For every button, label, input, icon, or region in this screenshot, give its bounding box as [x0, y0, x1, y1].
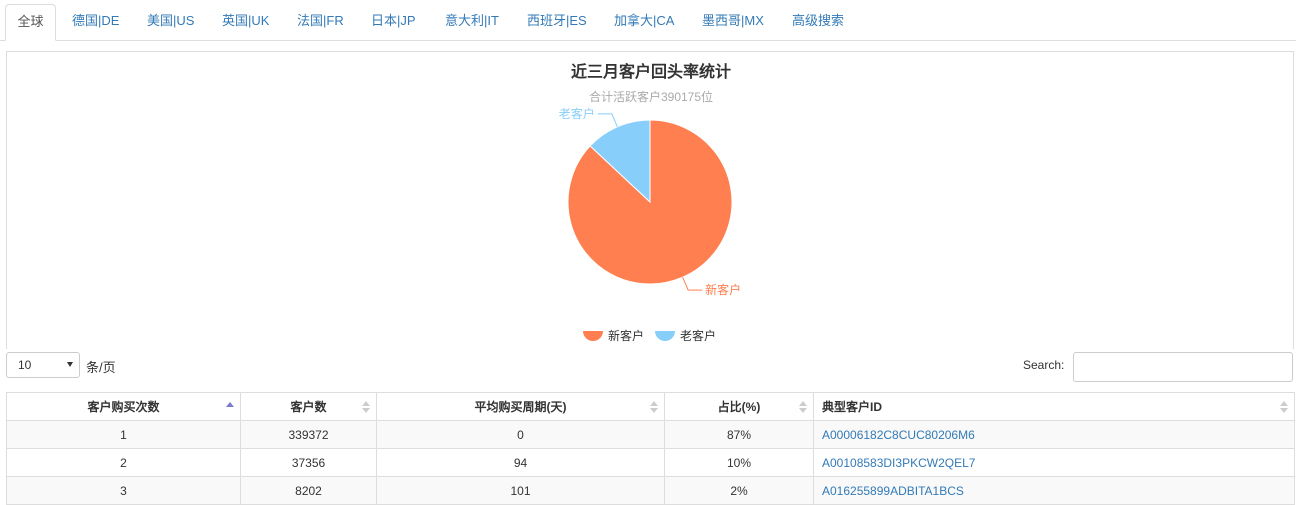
cell-percent: 2% [664, 476, 814, 505]
tab-it[interactable]: 意大利|IT [445, 4, 499, 41]
sort-both-icon [1280, 401, 1288, 413]
tab-de[interactable]: 德国|DE [72, 4, 119, 41]
country-tabs: 全球 德国|DE 美国|US 英国|UK 法国|FR 日本|JP 意大利|IT … [0, 0, 1296, 41]
column-header-purchase-count[interactable]: 客户购买次数 [6, 392, 241, 421]
column-header-sample-id[interactable]: 典型客户ID [813, 392, 1295, 421]
pie-label-line [682, 277, 703, 291]
data-table: 客户购买次数 客户数 平均购买周期(天) 占比(%) 典型客户ID 1 3393… [6, 392, 1295, 505]
tab-us[interactable]: 美国|US [147, 4, 194, 41]
sort-both-icon [650, 401, 658, 413]
tab-uk[interactable]: 英国|UK [222, 4, 269, 41]
cell-customer-count: 339372 [240, 420, 377, 449]
column-header-label: 客户购买次数 [87, 400, 160, 414]
tab-mx[interactable]: 墨西哥|MX [702, 4, 764, 41]
cell-customer-count: 37356 [240, 448, 377, 477]
sort-asc-icon [226, 402, 234, 407]
cell-customer-count: 8202 [240, 476, 377, 505]
column-header-label: 客户数 [290, 400, 327, 414]
legend-swatch-new [583, 330, 603, 341]
column-header-label: 典型客户ID [822, 400, 883, 414]
column-header-customer-count[interactable]: 客户数 [240, 392, 377, 421]
tab-ca[interactable]: 加拿大|CA [614, 4, 674, 41]
cell-purchase-count: 3 [6, 476, 241, 505]
cell-avg-cycle: 0 [376, 420, 665, 449]
customer-id-link[interactable]: A00006182C8CUC80206M6 [813, 420, 1295, 449]
column-header-percent[interactable]: 占比(%) [664, 392, 814, 421]
cell-purchase-count: 1 [6, 420, 241, 449]
chevron-down-icon [67, 362, 73, 367]
tab-advanced-search[interactable]: 高级搜索 [792, 4, 844, 41]
cell-avg-cycle: 94 [376, 448, 665, 477]
legend-label-new: 新客户 [608, 329, 645, 343]
page-length-select[interactable]: 10 [6, 352, 80, 378]
column-header-label: 平均购买周期(天) [474, 400, 567, 414]
legend-item-new[interactable]: 新客户 [583, 327, 644, 344]
sort-both-icon [362, 401, 370, 413]
table-row: 1 339372 0 87% A00006182C8CUC80206M6 [6, 420, 1295, 449]
legend-label-old: 老客户 [680, 329, 717, 343]
table-row: 2 37356 94 10% A00108583DI3PKCW2QEL7 [6, 448, 1295, 477]
table-row: 3 8202 101 2% A016255899ADBITA1BCS [6, 476, 1295, 505]
pie-chart: 新客户 老客户 [559, 106, 741, 297]
tab-jp[interactable]: 日本|JP [371, 4, 416, 41]
column-header-avg-cycle[interactable]: 平均购买周期(天) [376, 392, 665, 421]
pie-label-line [597, 113, 618, 127]
search-label: Search: [1023, 358, 1065, 372]
tab-fr[interactable]: 法国|FR [297, 4, 344, 41]
cell-purchase-count: 2 [6, 448, 241, 477]
cell-percent: 10% [664, 448, 814, 477]
chart-panel: 近三月客户回头率统计 合计活跃客户390175位 新客户 老客户 新客户 老客户 [6, 51, 1294, 349]
sort-both-icon [799, 401, 807, 413]
pie-slice-label: 新客户 [705, 282, 741, 297]
page-length-suffix: 条/页 [86, 360, 116, 375]
legend-swatch-old [655, 330, 675, 341]
table-header-row: 客户购买次数 客户数 平均购买周期(天) 占比(%) 典型客户ID [6, 392, 1295, 421]
cell-percent: 87% [664, 420, 814, 449]
page-length-value: 10 [18, 358, 32, 372]
pie-slice-label: 老客户 [559, 106, 595, 121]
customer-id-link[interactable]: A00108583DI3PKCW2QEL7 [813, 448, 1295, 477]
cell-avg-cycle: 101 [376, 476, 665, 505]
search-input[interactable] [1073, 352, 1293, 382]
customer-id-link[interactable]: A016255899ADBITA1BCS [813, 476, 1295, 505]
tab-global[interactable]: 全球 [5, 4, 56, 41]
tab-es[interactable]: 西班牙|ES [527, 4, 587, 41]
column-header-label: 占比(%) [717, 400, 761, 414]
legend-item-old[interactable]: 老客户 [655, 327, 716, 344]
